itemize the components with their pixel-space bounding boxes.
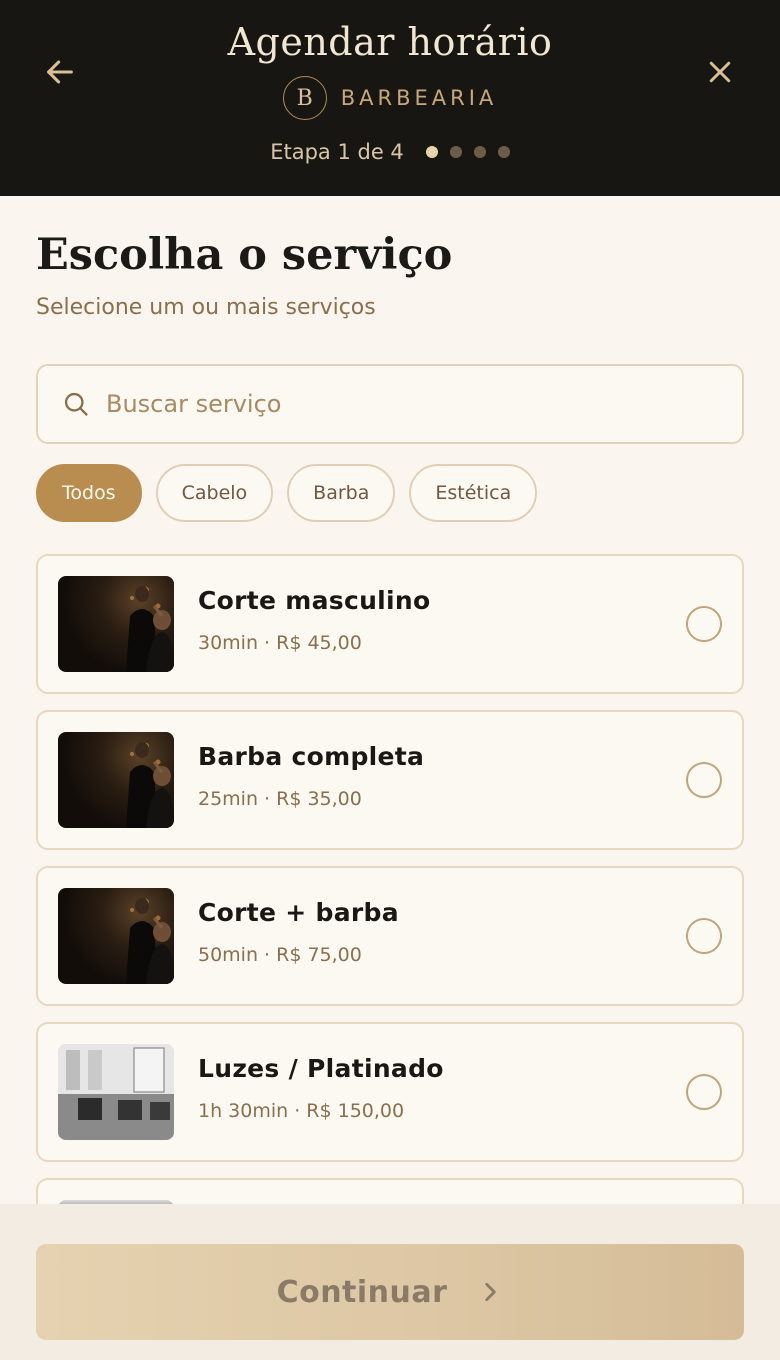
service-name: Barba completa (198, 742, 425, 771)
filter-chips: Todos Cabelo Barba Estética (36, 464, 538, 522)
service-meta: 30min · R$ 45,00 (198, 632, 362, 654)
header: Agendar horário B BARBEARIA Etapa 1 de 4 (0, 0, 780, 196)
service-select-radio[interactable] (686, 1074, 722, 1110)
continue-button[interactable]: Continuar (36, 1244, 744, 1340)
service-thumbnail (58, 888, 174, 984)
service-select-radio[interactable] (686, 606, 722, 642)
step-dot (425, 146, 438, 158)
service-select-radio[interactable] (686, 762, 722, 798)
service-name: Corte + barba (198, 898, 399, 927)
service-list: Corte masculino 30min · R$ 45,00 Barba com… (36, 554, 744, 1234)
step-indicator: Etapa 1 de 4 (0, 140, 780, 164)
search-box[interactable] (36, 364, 744, 444)
brand-name: BARBEARIA (340, 86, 498, 110)
service-item[interactable]: Luzes / Platinado 1h 30min · R$ 150,00 (36, 1022, 744, 1162)
service-thumbnail (58, 1044, 174, 1140)
service-name: Luzes / Platinado (198, 1054, 444, 1083)
service-item[interactable]: Corte masculino 30min · R$ 45,00 (36, 554, 744, 694)
continue-label: Continuar (276, 1274, 448, 1310)
service-thumbnail (58, 732, 174, 828)
search-input[interactable] (106, 390, 706, 418)
brand-logo: B (282, 76, 327, 120)
filter-chip-estetica[interactable]: Estética (409, 464, 538, 522)
brand: B BARBEARIA (0, 76, 780, 120)
filter-chip-cabelo[interactable]: Cabelo (155, 464, 274, 522)
step-dots (425, 146, 510, 158)
service-thumbnail (58, 576, 174, 672)
step-label: Etapa 1 de 4 (270, 140, 404, 164)
step-dot (449, 146, 462, 158)
step-dot (497, 146, 510, 158)
page-title: Escolha o serviço (36, 230, 453, 280)
close-button[interactable] (698, 50, 742, 94)
step-dot (473, 146, 486, 158)
service-item[interactable]: Barba completa 25min · R$ 35,00 (36, 710, 744, 850)
service-item[interactable]: Corte + barba 50min · R$ 75,00 (36, 866, 744, 1006)
search-icon (60, 388, 92, 420)
chevron-right-icon (485, 1283, 497, 1301)
service-select-radio[interactable] (686, 918, 722, 954)
header-title: Agendar horário (227, 20, 553, 64)
service-name: Corte masculino (198, 586, 431, 615)
service-meta: 50min · R$ 75,00 (198, 944, 362, 966)
page-subtitle: Selecione um ou mais serviços (36, 295, 376, 320)
service-meta: 25min · R$ 35,00 (198, 788, 362, 810)
close-icon (709, 61, 731, 83)
bottom-bar: Continuar (0, 1204, 780, 1360)
filter-chip-todos[interactable]: Todos (36, 464, 142, 522)
filter-chip-barba[interactable]: Barba (287, 464, 396, 522)
service-meta: 1h 30min · R$ 150,00 (198, 1100, 405, 1122)
